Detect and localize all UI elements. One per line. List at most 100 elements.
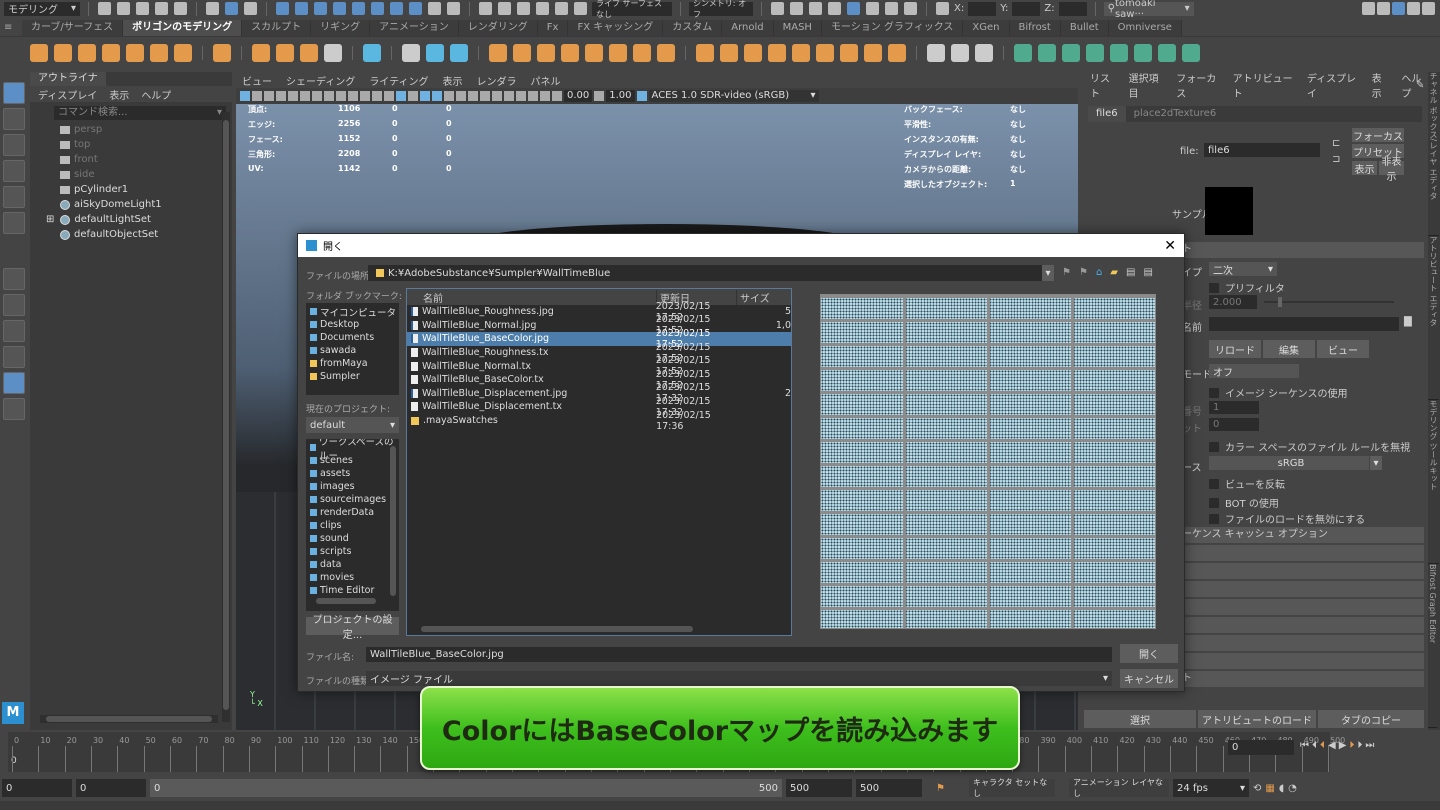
step-back-frame-icon[interactable]: ⏴ [1312,740,1317,751]
attribute-menu-item[interactable]: フォーカス [1176,70,1220,100]
shelf-tool-icon[interactable] [792,43,810,62]
shelf-tool-icon[interactable] [30,43,48,62]
workspace-folder[interactable]: images [306,480,399,493]
outliner-layout-icon[interactable] [3,372,25,394]
auto-key-icon[interactable]: ⚑ [936,783,945,794]
shelf-tool-icon[interactable] [840,43,858,62]
mask-icon[interactable] [409,2,422,15]
shelf-tab[interactable]: アニメーション [370,20,459,36]
playback-start-field[interactable]: 0 [76,779,146,797]
shelf-tab[interactable]: Fx [537,20,569,36]
shelf-tool-icon[interactable] [888,43,906,62]
character-set-select[interactable]: キャラクタ セットなし [968,778,1055,798]
shelf-tab[interactable]: Arnold [722,20,774,36]
bookmark-item[interactable]: fromMaya [306,357,399,370]
select-camera-icon[interactable] [240,91,250,101]
two-view-layout-icon[interactable] [3,346,25,368]
shelf-tab[interactable]: XGen [963,20,1010,36]
bookmark-icon[interactable] [264,91,274,101]
shelf-tool-icon[interactable] [744,43,762,62]
checkbox[interactable] [1209,513,1219,524]
shelf-tool-icon[interactable] [585,43,603,62]
mask-icon[interactable] [390,2,403,15]
attribute-menu-item[interactable]: 表示 [1372,70,1390,100]
new-scene-icon[interactable] [98,2,111,15]
shelf-tool-icon[interactable] [657,43,675,62]
outliner-menu-item[interactable]: ディスプレイ [38,87,97,102]
outliner-item[interactable]: ⊞ defaultLightSet [30,212,232,227]
workspace-folder[interactable]: renderData [306,506,399,519]
lasso-tool-icon[interactable] [3,108,25,130]
end-time-field[interactable]: 500 [856,779,922,797]
range-slider[interactable]: 0 500 [150,779,782,797]
load-attributes-button[interactable]: アトリビュートのロード [1198,710,1316,728]
grease-pencil-icon[interactable] [288,91,298,101]
workspace-folder[interactable]: ワークスペースのルー [306,439,399,462]
expand-icon[interactable]: ⊞ [46,212,54,227]
mask-icon[interactable] [276,2,289,15]
shelf-tool-icon[interactable] [126,43,144,62]
color-management-icon[interactable] [636,91,647,101]
save-scene-icon[interactable] [136,2,149,15]
tab-place2dtexture6[interactable]: place2dTexture6 [1126,106,1225,122]
shelf-tool-icon[interactable] [864,43,882,62]
tool-settings-icon[interactable] [1407,2,1420,15]
chevron-down-icon[interactable]: ▾ [1042,265,1054,281]
open-scene-icon[interactable] [117,2,130,15]
gamma-field[interactable]: 1.00 [606,90,635,102]
render-icon[interactable] [828,2,841,15]
close-icon[interactable]: ✕ [1164,238,1176,254]
shadows-icon[interactable] [456,91,466,101]
live-surface-field[interactable]: ライブ サーフェスなし [592,0,672,19]
shelf-tab[interactable]: MASH [773,20,822,36]
channel-box-icon[interactable] [1422,2,1435,15]
shelf-tool-icon[interactable] [1158,43,1176,62]
shelf-tool-icon[interactable] [1182,43,1200,62]
shelf-tab[interactable]: ポリゴンのモデリング [123,20,243,36]
outliner-item[interactable]: persp [30,122,232,137]
wireframe-icon[interactable] [384,91,394,101]
shelf-tab[interactable]: Bifrost [1009,20,1061,36]
playback-end-field[interactable]: 500 [786,779,852,797]
disable-file-load-checkbox[interactable]: ファイルのロードを無効にする [1209,511,1365,526]
focus-button[interactable]: フォーカス [1352,128,1404,143]
show-button[interactable]: 表示 [1352,161,1377,176]
viewport-menu-item[interactable]: ライティング [369,73,428,88]
checkbox[interactable] [1209,497,1219,508]
mask-icon[interactable] [352,2,365,15]
shelf-tab[interactable]: リギング [311,20,371,36]
workspace-folder[interactable]: data [306,558,399,571]
back-icon[interactable]: ⚑ [1062,267,1071,278]
four-view-layout-icon[interactable] [3,320,25,342]
shelf-tool-icon[interactable] [276,43,294,62]
shelf-tool-icon[interactable] [927,43,945,62]
mode-select[interactable]: モデリング ▾ [4,1,80,16]
shelf-tool-icon[interactable] [78,43,96,62]
file-row[interactable]: .mayaSwatches 2023/02/15 17:36 [407,410,791,432]
view-transform-select[interactable]: ACES 1.0 SDR-video (sRGB) ▾ [648,90,819,102]
y-field[interactable] [1012,1,1041,16]
go-to-start-icon[interactable]: ⏮ [1300,740,1309,751]
shelf-tool-icon[interactable] [489,43,507,62]
shelf-tool-icon[interactable] [54,43,72,62]
shelf-tool-icon[interactable] [252,43,270,62]
symmetry-field[interactable]: シンメトリ: オフ [689,0,753,19]
render-settings-icon[interactable] [866,2,879,15]
outliner-item[interactable]: front [30,152,232,167]
sound-icon[interactable]: ◖ [1279,783,1284,794]
mask-icon[interactable] [333,2,346,15]
rotate-tool-icon[interactable] [3,186,25,208]
attribute-menu-item[interactable]: 選択項目 [1129,70,1165,100]
outliner-item[interactable]: top [30,137,232,152]
attribute-menu-item[interactable]: アトリビュート [1233,70,1295,100]
isolate-select-icon[interactable] [504,91,514,101]
key-settings-icon[interactable]: ▦ [1265,783,1274,794]
workspace-horizontal-scrollbar[interactable] [316,598,376,604]
shelf-tab[interactable]: Omniverse [1108,20,1182,36]
shelf-tool-icon[interactable] [975,43,993,62]
hide-button[interactable]: 非表示 [1379,157,1404,183]
image-name-field[interactable] [1209,317,1399,331]
ambient-occlusion-icon[interactable] [468,91,478,101]
checkbox[interactable] [1209,478,1219,489]
shelf-tool-icon[interactable] [1110,43,1128,62]
